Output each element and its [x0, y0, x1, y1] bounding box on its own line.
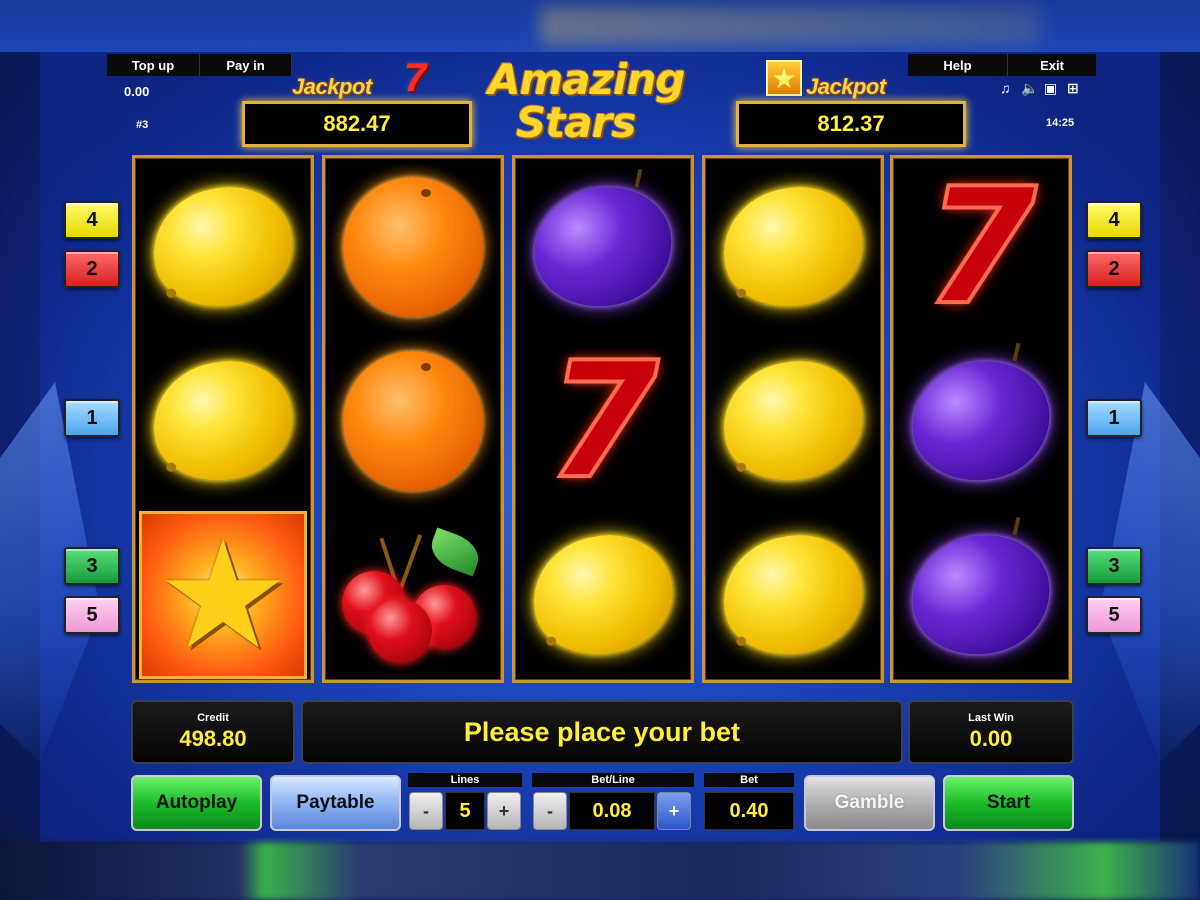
- payline-marker-left-2[interactable]: 2: [64, 250, 120, 288]
- top-background-band: [0, 0, 1200, 52]
- music-note-icon[interactable]: ♫: [1000, 80, 1011, 96]
- reel-cell: [325, 334, 501, 508]
- payline-marker-right-1[interactable]: 1: [1086, 399, 1142, 437]
- fullscreen-icon[interactable]: ⊞: [1067, 80, 1079, 97]
- total-bet-value: 0.40: [704, 792, 794, 830]
- help-button[interactable]: Help: [908, 54, 1008, 76]
- reel-5: 7: [890, 155, 1072, 683]
- message-panel: Please place your bet: [301, 700, 903, 764]
- cherries-icon: [338, 525, 488, 665]
- jackpot-left-value: 882.47: [242, 101, 472, 147]
- bet-line-decrease-button[interactable]: -: [533, 792, 567, 830]
- lemon-icon: [713, 350, 873, 492]
- payline-marker-right-2[interactable]: 2: [1086, 250, 1142, 288]
- start-button[interactable]: Start: [943, 775, 1074, 831]
- lemon-icon: [143, 176, 303, 318]
- jackpot-star-icon: ★: [766, 60, 802, 96]
- payline-marker-left-1[interactable]: 1: [64, 399, 120, 437]
- lines-decrease-button[interactable]: -: [409, 792, 443, 830]
- reel-cell: [325, 160, 501, 334]
- last-win-label: Last Win: [968, 712, 1014, 724]
- plum-icon: [523, 174, 683, 320]
- autoplay-button[interactable]: Autoplay: [131, 775, 262, 831]
- reel-cell: [893, 508, 1069, 682]
- reel-cell: [705, 334, 881, 508]
- seven-icon: 7: [545, 327, 660, 514]
- payline-marker-right-3[interactable]: 3: [1086, 547, 1142, 585]
- reel-2: [322, 155, 504, 683]
- reel-cell: [325, 508, 501, 682]
- reel-cell: [135, 160, 311, 334]
- payline-marker-left-5[interactable]: 5: [64, 596, 120, 634]
- reel-cell: [515, 508, 691, 682]
- game-number: #3: [136, 119, 149, 131]
- reel-cell: [705, 160, 881, 334]
- jackpot-right-label: Jackpot: [806, 74, 886, 99]
- payline-marker-right-4[interactable]: 4: [1086, 201, 1142, 239]
- orange-icon: [343, 351, 483, 491]
- jackpot-right-value: 812.37: [736, 101, 966, 147]
- pay-in-button[interactable]: Pay in: [200, 54, 292, 76]
- logo-line-1: Amazing: [488, 55, 685, 104]
- reel-cell: [705, 508, 881, 682]
- lines-value: 5: [445, 792, 485, 830]
- status-message: Please place your bet: [463, 716, 741, 747]
- last-win-value: 0.00: [969, 726, 1013, 751]
- credit-value: 498.80: [179, 726, 247, 751]
- bet-line-increase-button[interactable]: +: [657, 792, 691, 830]
- jackpot-seven-icon: 7: [404, 56, 427, 100]
- lemon-icon: [523, 524, 683, 666]
- reel-1: ★: [132, 155, 314, 683]
- lemon-icon: [713, 176, 873, 318]
- payline-marker-left-4[interactable]: 4: [64, 201, 120, 239]
- game-logo: Amazing Stars: [480, 58, 730, 152]
- plum-icon: [901, 348, 1061, 494]
- balance-readout: 0.00: [124, 84, 150, 99]
- exit-button[interactable]: Exit: [1008, 54, 1096, 76]
- reel-3: 7: [512, 155, 694, 683]
- lines-increase-button[interactable]: +: [487, 792, 521, 830]
- reel-cell: 7: [515, 334, 691, 508]
- star-icon: ★: [139, 511, 307, 679]
- jackpot-left-label: Jackpot: [292, 74, 372, 99]
- reel-cell: ★: [135, 508, 311, 682]
- bet-line-label: Bet/Line: [532, 773, 694, 787]
- top-up-button[interactable]: Top up: [107, 54, 200, 76]
- payline-marker-left-3[interactable]: 3: [64, 547, 120, 585]
- credit-panel: Credit 498.80: [131, 700, 295, 764]
- bet-line-value: 0.08: [569, 792, 655, 830]
- bet-label: Bet: [704, 773, 794, 787]
- payline-marker-right-5[interactable]: 5: [1086, 596, 1142, 634]
- seven-icon: 7: [923, 153, 1038, 340]
- reel-cell: [515, 160, 691, 334]
- speaker-icon[interactable]: 🔈: [1021, 80, 1038, 97]
- orange-icon: [343, 177, 483, 317]
- reel-cell: [135, 334, 311, 508]
- clock: 14:25: [1046, 117, 1075, 129]
- credit-label: Credit: [197, 712, 229, 724]
- plum-icon: [901, 522, 1061, 668]
- paytable-button[interactable]: Paytable: [270, 775, 401, 831]
- bottom-background-band: [0, 842, 1200, 900]
- reel-4: [702, 155, 884, 683]
- last-win-panel: Last Win 0.00: [908, 700, 1074, 764]
- reel-cell: [893, 334, 1069, 508]
- reels-area: ★ 7 7: [132, 155, 1072, 683]
- lemon-icon: [143, 350, 303, 492]
- gamble-button[interactable]: Gamble: [804, 775, 935, 831]
- window-icon[interactable]: ▣: [1044, 80, 1057, 97]
- lemon-icon: [713, 524, 873, 666]
- lines-label: Lines: [408, 773, 522, 787]
- logo-line-2: Stars: [516, 98, 636, 147]
- reel-cell: 7: [893, 160, 1069, 334]
